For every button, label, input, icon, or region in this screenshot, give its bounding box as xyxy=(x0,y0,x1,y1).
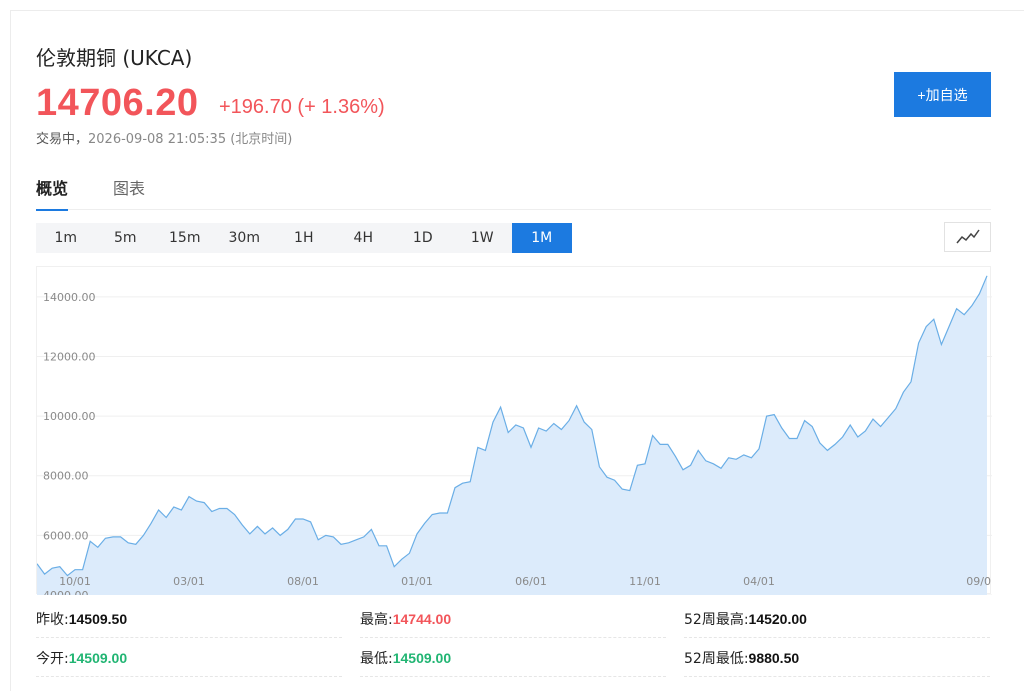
x-tick-label: 06/01 xyxy=(515,575,547,588)
y-tick-label: 12000.00 xyxy=(43,350,96,363)
x-tick-label: 09/0 xyxy=(966,575,991,588)
x-tick-label: 11/01 xyxy=(629,575,661,588)
stat-low: 最低: 14509.00 xyxy=(360,639,666,677)
period-30m[interactable]: 30m xyxy=(215,223,275,253)
period-4h[interactable]: 4H xyxy=(334,223,394,253)
period-1d[interactable]: 1D xyxy=(393,223,453,253)
y-tick-label: 4000.00 xyxy=(43,589,89,595)
y-tick-label: 14000.00 xyxy=(43,291,96,304)
x-tick-label: 01/01 xyxy=(401,575,433,588)
x-tick-label: 08/01 xyxy=(287,575,319,588)
instrument-title: 伦敦期铜 (UKCA) xyxy=(36,46,193,70)
y-tick-label: 6000.00 xyxy=(43,529,89,542)
price-chart[interactable]: 14000.00 12000.00 10000.00 8000.00 6000.00 40… xyxy=(36,266,992,602)
period-15m[interactable]: 15m xyxy=(155,223,215,253)
prev-close-value: 14509.50 xyxy=(68,610,128,627)
price-chart-svg: 14000.00 12000.00 10000.00 8000.00 6000.00 40… xyxy=(36,275,992,602)
y-tick-label: 10000.00 xyxy=(43,410,96,423)
trading-status: 交易中，2026-09-08 21:05:35 (北京时间) xyxy=(36,128,292,147)
period-1mo[interactable]: 1M xyxy=(512,223,572,253)
open-value: 14509.00 xyxy=(68,649,128,666)
period-1m[interactable]: 1m xyxy=(36,223,96,253)
period-selector: 1m 5m 15m 30m 1H 4H 1D 1W 1M xyxy=(36,223,572,253)
line-chart-icon xyxy=(955,229,980,244)
y-tick-label: 8000.00 xyxy=(43,470,89,483)
x-tick-label: 10/01 xyxy=(59,575,91,588)
stat-open: 今开: 14509.00 xyxy=(36,639,342,677)
x-tick-label: 04/01 xyxy=(743,575,775,588)
period-1w[interactable]: 1W xyxy=(453,223,513,253)
period-5m[interactable]: 5m xyxy=(96,223,156,253)
last-price: 14706.20 xyxy=(36,82,199,124)
low-value: 14509.00 xyxy=(392,649,452,666)
period-1h[interactable]: 1H xyxy=(274,223,334,253)
stat-prev-close: 昨收: 14509.50 xyxy=(36,600,342,638)
stat-52wk-high: 52周最高: 14520.00 xyxy=(684,600,990,638)
status-label: 交易中， xyxy=(36,132,89,147)
wk52-low-value: 9880.50 xyxy=(748,649,800,666)
tab-overview[interactable]: 概览 xyxy=(36,175,69,211)
price-change: +196.70 (+ 1.36%) xyxy=(219,96,385,118)
stat-52wk-low: 52周最低: 9880.50 xyxy=(684,639,990,677)
tab-chart[interactable]: 图表 xyxy=(113,175,145,209)
add-watchlist-button[interactable]: +加自选 xyxy=(894,72,991,117)
chart-type-toggle[interactable] xyxy=(944,222,991,252)
tab-bar: 概览 图表 xyxy=(36,175,991,211)
stat-high: 最高: 14744.00 xyxy=(360,600,666,638)
x-tick-label: 03/01 xyxy=(173,575,205,588)
price-area xyxy=(37,275,987,595)
quote-timestamp: 2026-09-08 21:05:35 (北京时间) xyxy=(88,132,293,147)
wk52-high-value: 14520.00 xyxy=(748,610,807,627)
high-value: 14744.00 xyxy=(392,610,452,627)
